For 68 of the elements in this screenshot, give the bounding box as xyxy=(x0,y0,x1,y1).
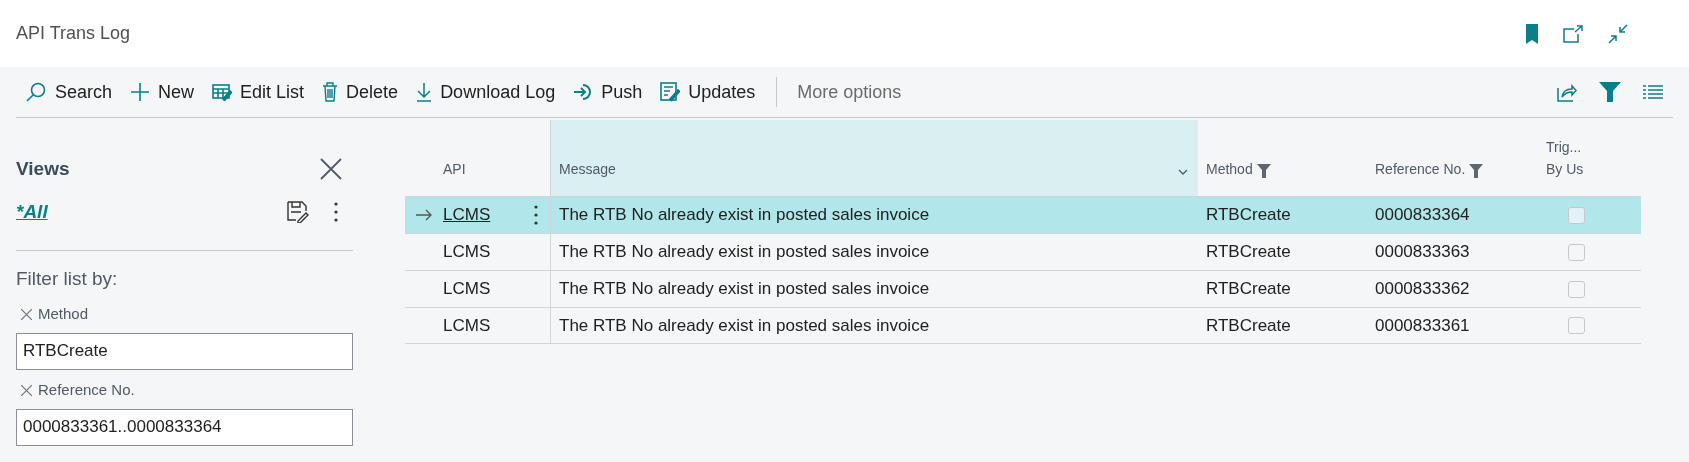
download-button[interactable]: Download Log xyxy=(407,74,565,110)
column-header[interactable]: Trig... By Us xyxy=(1538,120,1592,196)
window-title: API Trans Log xyxy=(16,22,131,45)
checkbox[interactable] xyxy=(1568,317,1585,334)
more-options-button[interactable]: More options xyxy=(789,74,910,110)
reference-cell: 0000833361 xyxy=(1375,315,1470,335)
api-cell: LCMS xyxy=(443,315,491,335)
method-cell: RTBCreate xyxy=(1206,205,1291,225)
more-icon[interactable] xyxy=(534,205,538,225)
search-icon xyxy=(25,81,47,103)
edit-list-icon xyxy=(212,83,233,101)
api-cell: LCMS xyxy=(443,242,491,262)
chevron-down-icon xyxy=(1178,169,1188,175)
filter-heading: Filter list by: xyxy=(16,267,119,291)
new-button[interactable]: New xyxy=(121,74,204,110)
list-icon[interactable] xyxy=(1643,84,1663,100)
method-cell: RTBCreate xyxy=(1206,315,1291,335)
save-view-icon[interactable] xyxy=(287,201,309,223)
reference-cell: 0000833362 xyxy=(1375,279,1470,299)
filter-icon xyxy=(1256,164,1271,178)
column-header[interactable]: Message xyxy=(550,120,1198,196)
column-header[interactable]: API xyxy=(405,120,550,196)
share-icon[interactable] xyxy=(1557,82,1577,102)
collapse-icon[interactable] xyxy=(1607,22,1629,45)
close-icon[interactable] xyxy=(319,157,343,181)
filter-icon[interactable] xyxy=(1599,82,1621,102)
message-cell-text: The RTB No already exist in posted sales invoice xyxy=(559,314,930,337)
view-link[interactable]: *All xyxy=(16,197,48,227)
updates-button[interactable]: Updates xyxy=(651,74,765,110)
method-cell: RTBCreate xyxy=(1206,242,1291,262)
bookmark-icon[interactable] xyxy=(1525,23,1539,44)
filter-label: Method xyxy=(38,304,89,325)
remove-filter-icon[interactable] xyxy=(21,385,32,396)
more-icon[interactable] xyxy=(333,201,339,223)
edit-list-button[interactable]: Edit List xyxy=(203,74,314,110)
table-row[interactable]: LCMS The RTB No already exist in posted sales invoice RTBCreate 0000833364 xyxy=(405,196,1641,233)
filter-label: Reference No. xyxy=(38,380,135,401)
download-icon xyxy=(416,82,433,102)
open-new-window-icon[interactable] xyxy=(1563,24,1583,43)
filter-field[interactable]: 0000833361..0000833364 xyxy=(16,408,353,446)
filter-icon xyxy=(1469,164,1484,178)
push-button[interactable]: Push xyxy=(564,74,652,110)
table-row[interactable]: LCMS The RTB No already exist in posted sales invoice RTBCreate 0000833361 xyxy=(405,307,1641,344)
trash-icon xyxy=(322,82,339,102)
checkbox[interactable] xyxy=(1568,206,1585,224)
remove-filter-icon[interactable] xyxy=(21,309,32,320)
message-cell-text: The RTB No already exist in posted sales invoice xyxy=(559,278,930,301)
checkbox[interactable] xyxy=(1568,243,1585,261)
reference-cell: 0000833364 xyxy=(1375,205,1470,225)
search-button[interactable]: Search xyxy=(16,74,122,110)
push-icon xyxy=(573,83,594,101)
filter-field[interactable]: RTBCreate xyxy=(16,332,353,370)
reference-cell: 0000833363 xyxy=(1375,242,1470,262)
delete-button[interactable]: Delete xyxy=(313,74,408,110)
plus-icon xyxy=(130,82,151,102)
table-row[interactable]: LCMS The RTB No already exist in posted sales invoice RTBCreate 0000833362 xyxy=(405,270,1641,307)
api-cell[interactable]: LCMS xyxy=(443,205,491,225)
table-row[interactable]: LCMS The RTB No already exist in posted sales invoice RTBCreate 0000833363 xyxy=(405,233,1641,270)
views-title: Views xyxy=(16,156,70,181)
message-cell-text: The RTB No already exist in posted sales invoice xyxy=(559,241,930,264)
edit-document-icon xyxy=(660,82,681,102)
method-cell: RTBCreate xyxy=(1206,279,1291,299)
message-cell-text: The RTB No already exist in posted sales invoice xyxy=(559,204,930,227)
checkbox[interactable] xyxy=(1568,280,1585,298)
arrow-right-icon xyxy=(416,209,432,221)
column-header[interactable]: Reference No. xyxy=(1367,120,1538,196)
column-header[interactable]: Method xyxy=(1198,120,1367,196)
api-cell: LCMS xyxy=(443,279,491,299)
